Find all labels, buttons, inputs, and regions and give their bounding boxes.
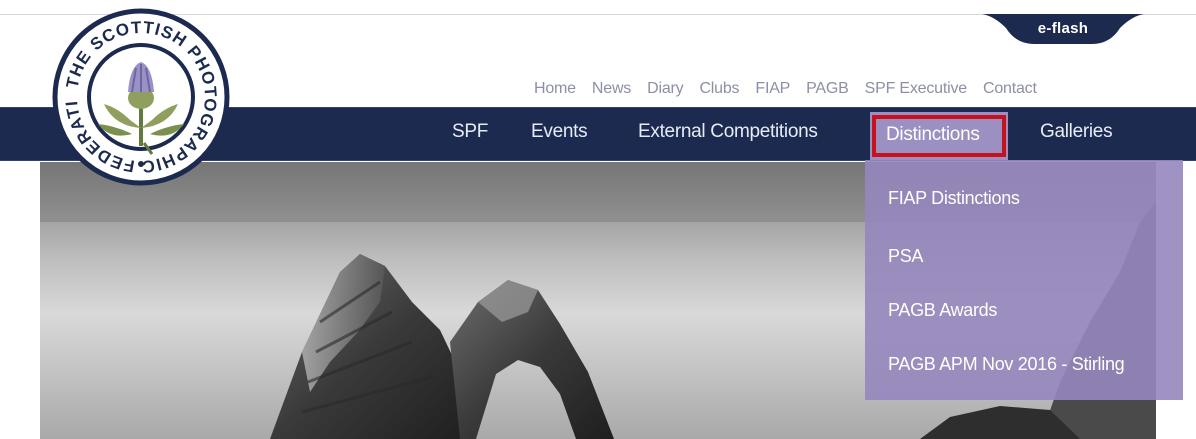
distinctions-highlight-box — [872, 115, 1006, 157]
main-nav-galleries[interactable]: Galleries — [1040, 121, 1113, 143]
dropdown-item-pagb-awards[interactable]: PAGB Awards — [888, 300, 997, 321]
eflash-label: e-flash — [1037, 20, 1089, 37]
top-nav-diary[interactable]: Diary — [647, 80, 684, 102]
dropdown-item-psa[interactable]: PSA — [888, 246, 923, 267]
secondary-nav: Home News Diary Clubs FIAP PAGB SPF Exec… — [534, 80, 1053, 102]
top-nav-fiap[interactable]: FIAP — [755, 80, 790, 102]
distinctions-dropdown: FIAP Distinctions PSA PAGB Awards PAGB A… — [865, 160, 1183, 400]
main-nav-events[interactable]: Events — [531, 121, 588, 143]
main-nav-spf[interactable]: SPF — [452, 121, 488, 143]
top-nav-news[interactable]: News — [592, 80, 631, 102]
dropdown-item-fiap-distinctions[interactable]: FIAP Distinctions — [888, 188, 1020, 209]
top-nav-home[interactable]: Home — [534, 80, 576, 102]
top-nav-pagb[interactable]: PAGB — [806, 80, 849, 102]
top-nav-spf-executive[interactable]: SPF Executive — [865, 80, 968, 102]
spf-logo[interactable]: THE SCOTTISH PHOTOGRAPHIC FEDERATION — [45, 0, 230, 186]
dropdown-item-pagb-apm-nov-2016-stirling[interactable]: PAGB APM Nov 2016 - Stirling — [888, 354, 1125, 375]
spf-emblem-icon: THE SCOTTISH PHOTOGRAPHIC FEDERATION — [45, 0, 230, 186]
eflash-tab[interactable]: e-flash — [982, 14, 1144, 44]
main-nav-external-competitions[interactable]: External Competitions — [638, 121, 818, 143]
top-nav-clubs[interactable]: Clubs — [699, 80, 739, 102]
top-nav-contact[interactable]: Contact — [983, 80, 1037, 102]
